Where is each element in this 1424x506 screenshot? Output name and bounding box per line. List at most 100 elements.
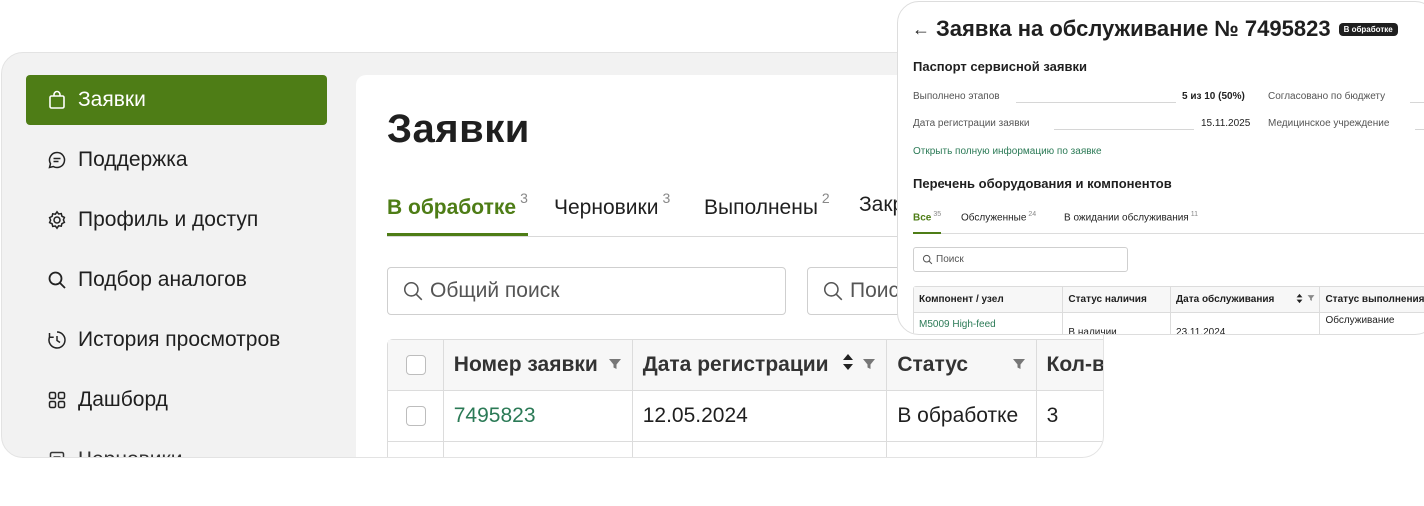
row-checkbox[interactable] (406, 457, 426, 458)
sidebar-item-requests[interactable]: Заявки (26, 75, 327, 125)
column-date[interactable]: Дата регистрации (632, 340, 888, 390)
registration-date-cell (633, 442, 888, 457)
request-status: В обработке (887, 391, 1037, 441)
sidebar-item-label: История просмотров (78, 328, 281, 351)
equipment-search-input[interactable]: Поиск (913, 247, 1128, 272)
gear-icon (46, 209, 68, 231)
sidebar-item-label: Подбор аналогов (78, 268, 247, 291)
filter-icon[interactable] (862, 353, 876, 377)
column-service-date[interactable]: Дата обслуживания (1171, 287, 1321, 312)
equipment-tabs: Все 35 Обслуженные 24 В ожидании обслужива… (913, 208, 1424, 234)
sidebar-item-label: Заявки (78, 88, 146, 111)
service-date: 23.11.2024 (1171, 313, 1321, 334)
reg-date-label: Дата регистрации заявки (913, 118, 1030, 129)
column-label: Кол-в (1046, 353, 1104, 376)
stages-label: Выполнено этапов (913, 91, 1000, 102)
tab-drafts[interactable]: Черновики 3 (554, 190, 671, 236)
filter-icon[interactable] (1012, 353, 1026, 377)
tab-in-progress[interactable]: В обработке 3 (387, 190, 528, 236)
dashboard-icon (46, 389, 68, 411)
search-placeholder: Поис (850, 279, 900, 302)
budget-label: Согласовано по бюджету (1268, 91, 1386, 102)
search-placeholder: Поиск (936, 254, 964, 265)
filter-icon[interactable] (608, 353, 622, 377)
availability-status: В наличии (1063, 313, 1172, 334)
column-component[interactable]: Компонент / узел (914, 287, 1064, 312)
leader-line (1410, 102, 1424, 103)
tab-count: 3 (520, 190, 528, 206)
reg-date-value: 15.11.2025 (1201, 118, 1251, 129)
request-number-link[interactable]: 7495823 (444, 391, 633, 441)
column-status[interactable]: Статус (887, 340, 1037, 390)
tab-completed[interactable]: Выполнены 2 (704, 190, 830, 236)
sidebar-item-profile[interactable]: Профиль и доступ (26, 195, 327, 245)
tab-count: 2 (821, 190, 830, 206)
tab-label: В ожидании обслуживания (1064, 212, 1189, 224)
row-select-cell (388, 442, 444, 458)
request-qty: 3 (1046, 404, 1059, 427)
tab-awaiting-service[interactable]: В ожидании обслуживания 11 (1064, 211, 1198, 234)
table-row[interactable] (388, 442, 1103, 458)
search-placeholder: Общий поиск (430, 279, 560, 302)
tab-all[interactable]: Все 35 (913, 211, 942, 234)
back-arrow-icon[interactable]: ← (912, 19, 930, 40)
column-availability[interactable]: Статус наличия (1063, 287, 1172, 312)
bag-icon (46, 89, 68, 111)
tab-label: В обработке (387, 196, 517, 219)
sidebar-item-label: Профиль и доступ (78, 208, 259, 231)
leader-line (1016, 102, 1176, 103)
column-controls (842, 353, 876, 377)
column-label: Статус (897, 353, 969, 376)
leader-line (1415, 129, 1424, 130)
tab-count: 11 (1190, 211, 1199, 218)
history-icon (46, 329, 68, 351)
execution-status: Обслуживание (1325, 315, 1395, 326)
select-all-cell (388, 340, 444, 390)
column-qty[interactable]: Кол-в (1036, 340, 1104, 390)
sidebar: Заявки Поддержка Профиль и доступ Подбор… (26, 75, 327, 457)
column-label: Номер заявки (453, 353, 598, 376)
table-row[interactable]: 7495823 12.05.2024 В обработке 3 (388, 391, 1103, 442)
equipment-heading: Перечень оборудования и компонентов (913, 176, 1172, 191)
row-select-cell (388, 391, 444, 441)
sidebar-item-drafts[interactable]: Черновики (26, 435, 327, 457)
select-all-checkbox[interactable] (406, 355, 426, 375)
tab-serviced[interactable]: Обслуженные 24 (961, 211, 1036, 234)
search-icon (922, 254, 933, 265)
tab-count: 24 (1028, 211, 1037, 218)
chat-icon (46, 149, 68, 171)
leader-line (1054, 129, 1194, 130)
component-link[interactable]: M5009 High-feed (914, 313, 1064, 334)
tab-label: Все (913, 212, 932, 224)
sidebar-item-label: Черновики (78, 448, 182, 457)
sort-icon[interactable] (1296, 293, 1303, 307)
sort-icon[interactable] (842, 353, 854, 377)
filter-icon[interactable] (1307, 294, 1315, 305)
requests-table: Номер заявки Дата регистрации Статус Кол… (387, 339, 1104, 458)
column-label: Дата обслуживания (1176, 294, 1275, 305)
detail-title: Заявка на обслуживание № 7495823 (936, 16, 1331, 41)
column-number[interactable]: Номер заявки (443, 340, 633, 390)
tab-label: Черновики (554, 196, 659, 219)
request-detail-card: ← Заявка на обслуживание № 7495823 В обр… (897, 1, 1424, 335)
table-header-row: Компонент / узел Статус наличия Дата обс… (914, 287, 1424, 313)
open-full-info-link[interactable]: Открыть полную информацию по заявке (913, 146, 1102, 157)
request-number-cell (444, 442, 633, 457)
search-icon (402, 280, 424, 302)
column-label: Дата регистрации (642, 353, 829, 376)
request-qty-cell (1037, 442, 1103, 457)
sidebar-item-support[interactable]: Поддержка (26, 135, 327, 185)
institution-label: Медицинское учреждение (1268, 118, 1390, 129)
tab-label: Выполнены (704, 196, 818, 219)
equipment-table: Компонент / узел Статус наличия Дата обс… (913, 286, 1424, 334)
general-search-input[interactable]: Общий поиск (387, 267, 786, 315)
table-row[interactable]: M5009 High-feed В наличии 23.11.2024 Обс… (914, 313, 1424, 334)
sidebar-item-history[interactable]: История просмотров (26, 315, 327, 365)
sidebar-item-dashboard[interactable]: Дашборд (26, 375, 327, 425)
tab-label: Обслуженные (961, 212, 1027, 224)
sidebar-item-analogs[interactable]: Подбор аналогов (26, 255, 327, 305)
sidebar-item-label: Дашборд (78, 388, 168, 411)
tab-count: 3 (662, 190, 671, 206)
column-execution-status[interactable]: Статус выполнения (1320, 287, 1424, 312)
row-checkbox[interactable] (406, 406, 426, 426)
